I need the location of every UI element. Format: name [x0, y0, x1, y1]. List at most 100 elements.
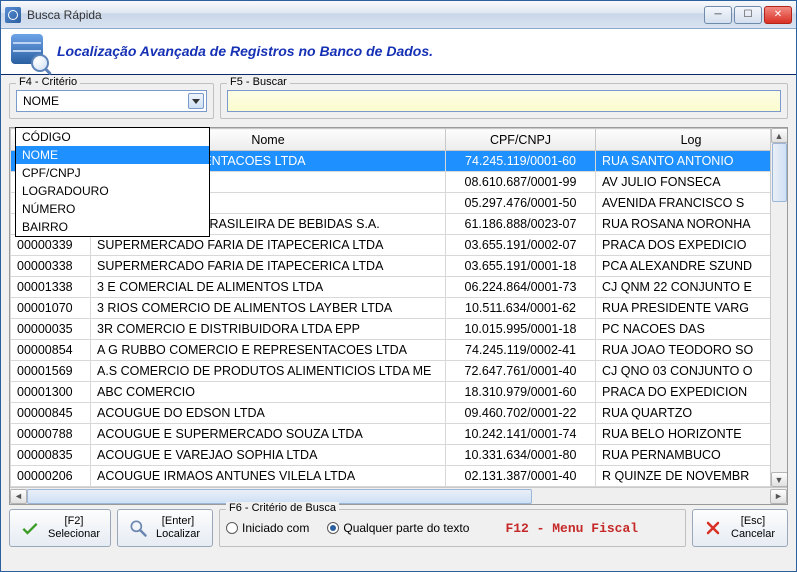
select-button[interactable]: [F2] Selecionar — [9, 509, 111, 547]
search-icon — [128, 518, 148, 538]
cell-log: CJ QNO 03 CONJUNTO O — [596, 361, 787, 382]
cell-cpf: 03.655.191/0002-07 — [446, 235, 596, 256]
app-icon — [5, 7, 21, 23]
window-title: Busca Rápida — [27, 8, 704, 22]
scroll-left-icon[interactable]: ◄ — [10, 489, 27, 504]
cell-log: RUA PRESIDENTE VARG — [596, 298, 787, 319]
cell-cpf: 10.242.141/0001-74 — [446, 424, 596, 445]
cell-cpf: 03.655.191/0001-18 — [446, 256, 596, 277]
cell-log: PC NACOES DAS — [596, 319, 787, 340]
cell-cpf: 74.245.119/0002-41 — [446, 340, 596, 361]
search-legend: F5 - Buscar — [227, 76, 290, 88]
search-input[interactable] — [227, 90, 781, 112]
cell-nome: ACOUGUE E SUPERMERCADO SOUZA LTDA — [91, 424, 446, 445]
table-row[interactable]: 00000339 SUPERMERCADO FARIA DE ITAPECERI… — [11, 235, 787, 256]
table-row[interactable]: 00000835ACOUGUE E VAREJAO SOPHIA LTDA10.… — [11, 445, 787, 466]
cell-log: RUA JOAO TEODORO SO — [596, 340, 787, 361]
cell-codigo: 00000206 — [11, 466, 91, 487]
menu-fiscal-label: F12 - Menu Fiscal — [505, 521, 638, 536]
cell-log: RUA PERNAMBUCO — [596, 445, 787, 466]
criteria-option[interactable]: CÓDIGO — [16, 128, 209, 146]
cell-log: RUA BELO HORIZONTE — [596, 424, 787, 445]
cell-cpf: 06.224.864/0001-73 — [446, 277, 596, 298]
cell-cpf: 02.131.387/0001-40 — [446, 466, 596, 487]
cell-codigo: 00000788 — [11, 424, 91, 445]
cell-cpf: 74.245.119/0001-60 — [446, 151, 596, 172]
find-button[interactable]: [Enter] Localizar — [117, 509, 213, 547]
table-row[interactable]: 00000206ACOUGUE IRMAOS ANTUNES VILELA LT… — [11, 466, 787, 487]
search-criteria-fieldset: F6 - Critério de Busca Iniciado com Qual… — [219, 509, 686, 547]
cell-cpf: 05.297.476/0001-50 — [446, 193, 596, 214]
criteria-option[interactable]: NOME — [16, 146, 209, 164]
cell-nome: ABC COMERCIO — [91, 382, 446, 403]
table-row[interactable]: 000013383 E COMERCIAL DE ALIMENTOS LTDA0… — [11, 277, 787, 298]
radio-iniciado-label: Iniciado com — [242, 521, 309, 535]
cell-nome: ACOUGUE DO EDSON LTDA — [91, 403, 446, 424]
table-row[interactable]: 000010703 RIOS COMERCIO DE ALIMENTOS LAY… — [11, 298, 787, 319]
criteria-option[interactable]: CPF/CNPJ — [16, 164, 209, 182]
select-button-key: [F2] — [48, 515, 100, 528]
scroll-right-icon[interactable]: ► — [770, 489, 787, 504]
cell-codigo: 00000338 — [11, 256, 91, 277]
header-panel: Localização Avançada de Registros no Ban… — [1, 29, 796, 75]
cell-log: PRACA DOS EXPEDICIO — [596, 235, 787, 256]
minimize-button[interactable]: ─ — [704, 6, 732, 24]
cell-nome: 3 E COMERCIAL DE ALIMENTOS LTDA — [91, 277, 446, 298]
criteria-combo[interactable]: NOME — [16, 90, 207, 112]
find-button-label: Localizar — [156, 528, 200, 541]
table-row[interactable]: 00000854A G RUBBO COMERCIO E REPRESENTAC… — [11, 340, 787, 361]
cell-codigo: 00000835 — [11, 445, 91, 466]
maximize-button[interactable]: ☐ — [734, 6, 762, 24]
cell-codigo: 00000035 — [11, 319, 91, 340]
cell-log: AVENIDA FRANCISCO S — [596, 193, 787, 214]
column-header-log[interactable]: Log — [596, 129, 787, 151]
table-row[interactable]: 00001569A.S COMERCIO DE PRODUTOS ALIMENT… — [11, 361, 787, 382]
criteria-option[interactable]: BAIRRO — [16, 218, 209, 236]
cell-cpf: 10.511.634/0001-62 — [446, 298, 596, 319]
cell-codigo: 00001569 — [11, 361, 91, 382]
cancel-button[interactable]: [Esc] Cancelar — [692, 509, 788, 547]
select-button-label: Selecionar — [48, 528, 100, 541]
cell-codigo: 00001338 — [11, 277, 91, 298]
scroll-down-icon[interactable]: ▼ — [771, 472, 788, 487]
cell-cpf: 72.647.761/0001-40 — [446, 361, 596, 382]
cancel-button-label: Cancelar — [731, 528, 775, 541]
chevron-down-icon — [188, 93, 204, 109]
vertical-scrollbar[interactable]: ▲ ▼ — [770, 128, 787, 487]
table-row[interactable]: 00001300ABC COMERCIO18.310.979/0001-60PR… — [11, 382, 787, 403]
scroll-thumb-v[interactable] — [772, 143, 787, 202]
cell-codigo: 00000854 — [11, 340, 91, 361]
table-row[interactable]: 00000788ACOUGUE E SUPERMERCADO SOUZA LTD… — [11, 424, 787, 445]
scroll-up-icon[interactable]: ▲ — [771, 128, 788, 143]
cell-codigo: 00000845 — [11, 403, 91, 424]
search-fieldset: F5 - Buscar — [220, 83, 788, 119]
criteria-option[interactable]: NÚMERO — [16, 200, 209, 218]
table-row[interactable]: 00000845ACOUGUE DO EDSON LTDA09.460.702/… — [11, 403, 787, 424]
cancel-button-key: [Esc] — [731, 515, 775, 528]
cell-nome: 3 RIOS COMERCIO DE ALIMENTOS LAYBER LTDA — [91, 298, 446, 319]
cell-log: CJ QNM 22 CONJUNTO E — [596, 277, 787, 298]
criteria-fieldset: F4 - Critério NOME — [9, 83, 214, 119]
find-button-key: [Enter] — [156, 515, 200, 528]
column-header-cpf[interactable]: CPF/CNPJ — [446, 129, 596, 151]
cell-nome: ACOUGUE IRMAOS ANTUNES VILELA LTDA — [91, 466, 446, 487]
cell-cpf: 10.331.634/0001-80 — [446, 445, 596, 466]
cell-log: PCA ALEXANDRE SZUND — [596, 256, 787, 277]
radio-iniciado-com[interactable]: Iniciado com — [226, 521, 309, 535]
horizontal-scrollbar[interactable]: ◄ ► — [10, 487, 787, 504]
cell-log: RUA ROSANA NORONHA — [596, 214, 787, 235]
table-row[interactable]: 00000338 SUPERMERCADO FARIA DE ITAPECERI… — [11, 256, 787, 277]
cell-cpf: 61.186.888/0023-07 — [446, 214, 596, 235]
close-button[interactable]: ✕ — [764, 6, 792, 24]
criteria-option[interactable]: LOGRADOURO — [16, 182, 209, 200]
criteria-dropdown-list[interactable]: CÓDIGONOMECPF/CNPJLOGRADOURONÚMEROBAIRRO — [15, 127, 210, 237]
cell-nome: ACOUGUE E VAREJAO SOPHIA LTDA — [91, 445, 446, 466]
radio-qualquer-parte[interactable]: Qualquer parte do texto — [327, 521, 469, 535]
criteria-combo-value: NOME — [23, 94, 59, 108]
cell-log: PRACA DO EXPEDICION — [596, 382, 787, 403]
cell-cpf: 09.460.702/0001-22 — [446, 403, 596, 424]
cell-cpf: 18.310.979/0001-60 — [446, 382, 596, 403]
table-row[interactable]: 000000353R COMERCIO E DISTRIBUIDORA LTDA… — [11, 319, 787, 340]
cancel-icon — [703, 518, 723, 538]
criteria-legend: F4 - Critério — [16, 76, 80, 88]
